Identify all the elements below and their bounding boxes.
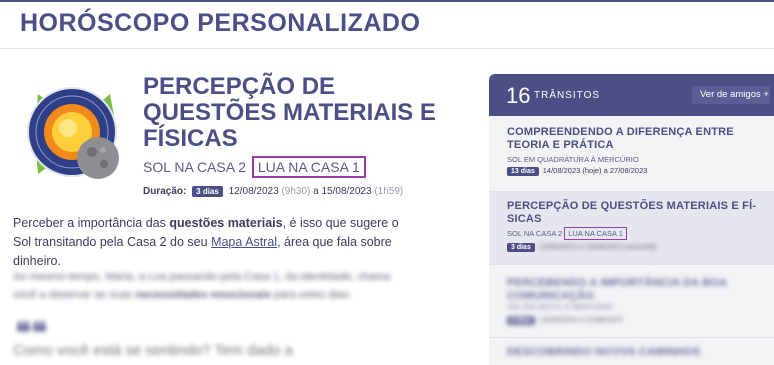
transits-header: 16 TRÂNSITOS Ver de amigos + [489, 74, 774, 116]
top-accent-line [0, 0, 774, 2]
transit-title: DESCOBRINDO NOVOS CAMINHOS [507, 346, 701, 358]
transit-subtitle: SOL EM SEXTIL À MERCÚRIO [507, 302, 613, 311]
transit-dates: 13/08/2023 a 21/08/2023 [538, 315, 623, 324]
transits-count: 16 [506, 83, 531, 108]
transit-item-active[interactable]: PERCEPÇÃO DE QUESTÕES MATERIAIS E FÍ-SIC… [489, 192, 774, 264]
transit-title: PERCEBENDO A IMPORTÂNCIA DA BOA COMUNICA… [507, 277, 727, 302]
transit-subtitle: SOL EM QUADRATURA À MERCÚRIO [507, 155, 639, 164]
duration-end-date: 15/08/2023 [321, 186, 372, 197]
article-title: PERCEPÇÃO DE QUESTÕES MATERIAIS E FÍSICA… [143, 73, 436, 152]
mapa-astral-link[interactable]: Mapa Astral [211, 235, 277, 249]
transit-dates: 14/08/2023 (hoje) a 27/08/2023 [542, 166, 648, 175]
duration-to: a [313, 186, 319, 197]
transit-duration-badge: 13 dias [507, 167, 539, 176]
transit-item[interactable]: PERCEBENDO A IMPORTÂNCIA DA BOA COMUNICA… [489, 265, 774, 337]
subtitle-moon-house-highlight: LUA NA CASA 1 [251, 156, 366, 178]
transits-count-label: TRÂNSITOS [534, 90, 601, 101]
title-divider [0, 48, 774, 49]
duration-line: Duração: 3 dias 12/08/2023 (9h30) a 15/0… [143, 186, 403, 197]
transit-duration-badge: 3 dias [507, 243, 535, 252]
transit-title: COMPREENDENDO A DIFERENÇA ENTRE TEORIA E… [507, 126, 734, 151]
duration-badge: 3 dias [192, 186, 223, 197]
article-paragraph-2-blurred: Ao mesmo tempo, Maria, a Lua passando pe… [13, 268, 413, 304]
transits-sidebar: 16 TRÂNSITOS Ver de amigos + COMPREENDEN… [489, 74, 774, 365]
transit-title: PERCEPÇÃO DE QUESTÕES MATERIAIS E FÍ-SIC… [507, 200, 757, 225]
transit-sub-sun: SOL NA CASA 2 [507, 229, 563, 238]
page-title: HORÓSCOPO PERSONALIZADO [20, 9, 421, 37]
transit-item[interactable]: DESCOBRINDO NOVOS CAMINHOS [489, 338, 774, 365]
blurred-question-heading: Como você está se sentindo? Tem dado a [13, 342, 293, 359]
p2-bold: necessidades emocionais [135, 289, 272, 301]
subtitle-sun-house: SOL NA CASA 2 [143, 159, 246, 175]
transit-duration-badge: 8 dias [507, 316, 535, 325]
p2-text-b: para estes dias. [274, 289, 352, 301]
zodiac-wheel-icon [27, 87, 119, 179]
duration-start-date: 12/08/2023 [228, 186, 279, 197]
article-subtitle: SOL NA CASA 2 LUA NA CASA 1 [143, 156, 366, 178]
see-friends-button[interactable]: Ver de amigos + [692, 86, 770, 104]
transit-meta: 8 dias 13/08/2023 a 21/08/2023 [507, 315, 622, 325]
article-paragraph-1: Perceber a importância das questões mate… [13, 214, 413, 271]
transit-dates: 12/08/2023 a 15/08/2023 (amanhã) [538, 242, 657, 251]
transit-sub-moon-highlight: LUA NA CASA 1 [564, 227, 627, 240]
duration-end-time: (1h59) [374, 186, 404, 197]
transit-meta: 13 dias 14/08/2023 (hoje) a 27/08/2023 [507, 166, 647, 176]
duration-start-time: (9h30) [281, 186, 311, 197]
p1-text-a: Perceber a importância das [13, 216, 166, 230]
p1-bold: questões materiais [169, 216, 283, 230]
transit-meta: 3 dias 12/08/2023 a 15/08/2023 (amanhã) [507, 242, 656, 252]
transit-item[interactable]: COMPREENDENDO A DIFERENÇA ENTRE TEORIA E… [489, 116, 774, 191]
transit-subtitle: SOL NA CASA 2 LUA NA CASA 1 [507, 227, 627, 240]
duration-label: Duração: [143, 186, 187, 197]
